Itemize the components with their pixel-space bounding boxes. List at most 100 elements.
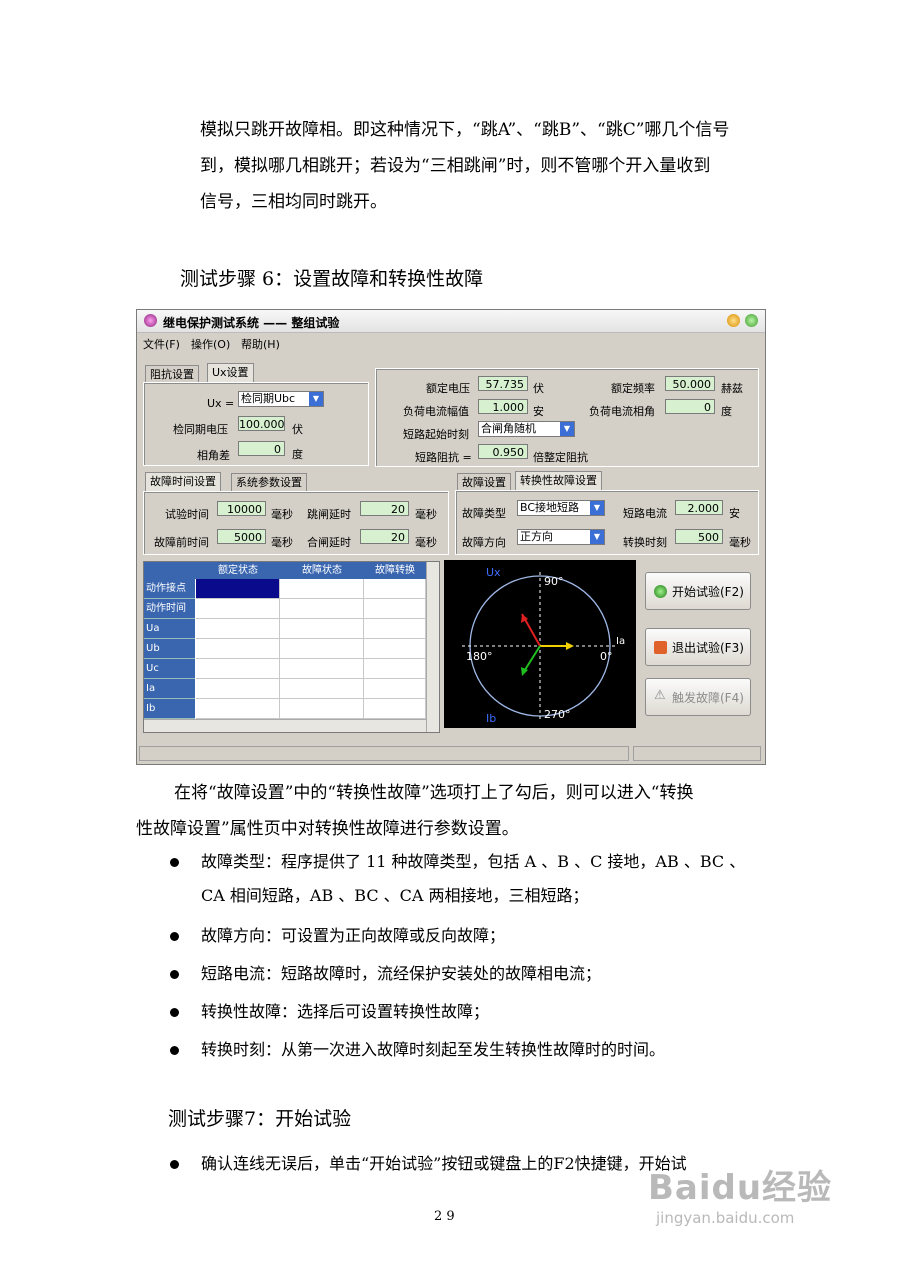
fault-direction-label: 故障方向 xyxy=(462,536,506,549)
switch-time-unit: 毫秒 xyxy=(729,536,751,549)
table-cell[interactable] xyxy=(364,659,426,679)
fault-direction-value: 正方向 xyxy=(520,530,553,543)
minimize-icon[interactable] xyxy=(727,314,740,327)
table-cell[interactable] xyxy=(364,679,426,699)
table-cell[interactable] xyxy=(196,679,280,699)
rated-voltage-field[interactable]: 57.735 xyxy=(478,376,528,391)
vertical-scrollbar[interactable] xyxy=(426,562,439,732)
chevron-down-icon: ▼ xyxy=(560,422,574,436)
load-angle-label: 负荷电流相角 xyxy=(589,405,655,418)
load-current-label: 负荷电流幅值 xyxy=(403,405,469,418)
trip-delay-field[interactable]: 20 xyxy=(360,501,409,516)
intro-paragraph: 模拟只跳开故障相。即这种情况下，“跳A”、“跳B”、“跳C”哪几个信号 到，模拟… xyxy=(200,112,780,220)
table-cell[interactable] xyxy=(196,639,280,659)
bullet-item: 转换性故障：选择后可设置转换性故障； xyxy=(170,998,489,1022)
table-cell[interactable] xyxy=(280,599,364,619)
load-current-field[interactable]: 1.000 xyxy=(478,399,528,414)
tab-fault-time[interactable]: 故障时间设置 xyxy=(145,472,221,491)
step7-bullet: 确认连线无误后，单击“开始试验”按钮或键盘上的F2快捷键，开始试 xyxy=(170,1150,687,1174)
table-cell[interactable] xyxy=(280,699,364,719)
warning-icon: ⚠ xyxy=(654,688,666,703)
sync-voltage-field[interactable]: 100.000 xyxy=(238,416,285,431)
ux-label: Ux = xyxy=(207,397,235,410)
table-row-header[interactable]: 动作接点 xyxy=(144,579,195,599)
prefault-field[interactable]: 5000 xyxy=(217,529,266,544)
table-row-header[interactable]: Uc xyxy=(144,659,195,679)
table-cell[interactable] xyxy=(280,659,364,679)
prefault-label: 故障前时间 xyxy=(154,536,209,549)
start-test-label: 开始试验(F2) xyxy=(672,585,744,599)
table-cell[interactable] xyxy=(364,639,426,659)
table-cell[interactable] xyxy=(364,579,426,599)
table-row-header[interactable]: 动作时间 xyxy=(144,599,195,619)
rated-voltage-label: 额定电压 xyxy=(426,382,470,395)
bullet-text: CA 相间短路，AB 、BC 、CA 两相接地，三相短路； xyxy=(201,886,589,905)
menu-operate[interactable]: 操作(O) xyxy=(191,336,230,352)
start-time-value: 合闸角随机 xyxy=(481,422,536,435)
fault-type-select[interactable]: BC接地短路 ▼ xyxy=(517,500,605,516)
table-cell[interactable] xyxy=(364,599,426,619)
bullet-text: 故障类型：程序提供了 11 种故障类型，包括 A 、B 、C 接地，AB 、BC… xyxy=(201,852,746,871)
close-delay-label: 合闸延时 xyxy=(307,536,351,549)
trigger-fault-button[interactable]: ⚠ 触发故障(F4) xyxy=(645,678,751,716)
horizontal-scrollbar[interactable] xyxy=(144,719,426,732)
table-cell[interactable] xyxy=(280,639,364,659)
fault-type-label: 故障类型 xyxy=(462,507,506,520)
tab-ux[interactable]: Ux设置 xyxy=(207,363,254,382)
tab-system-params[interactable]: 系统参数设置 xyxy=(231,473,307,492)
rated-freq-unit: 赫兹 xyxy=(721,382,743,395)
menu-help[interactable]: 帮助(H) xyxy=(241,336,280,352)
start-test-button[interactable]: 开始试验(F2) xyxy=(645,572,751,610)
table-cell[interactable] xyxy=(364,699,426,719)
close-delay-field[interactable]: 20 xyxy=(360,529,409,544)
sync-voltage-label: 检同期电压 xyxy=(173,423,228,436)
close-icon[interactable] xyxy=(745,314,758,327)
exit-test-button[interactable]: 退出试验(F3) xyxy=(645,628,751,666)
table-row-header[interactable]: Ub xyxy=(144,639,195,659)
phasor-diagram: 90° 270° 180° 0° Ux Ia Ib xyxy=(444,560,636,728)
table-cell[interactable] xyxy=(280,679,364,699)
baidu-watermark: Baidu经验 jingyan.baidu.com xyxy=(648,1160,832,1227)
table-cell[interactable] xyxy=(364,619,426,639)
impedance-field[interactable]: 0.950 xyxy=(478,444,528,459)
menu-file[interactable]: 文件(F) xyxy=(143,336,180,352)
angle-diff-label: 相角差 xyxy=(197,449,230,462)
fault-direction-select[interactable]: 正方向 ▼ xyxy=(517,529,605,545)
angle-diff-field[interactable]: 0 xyxy=(238,441,285,456)
table-cell[interactable] xyxy=(280,619,364,639)
rated-freq-field[interactable]: 50.000 xyxy=(665,376,715,391)
results-table[interactable]: 额定状态 故障状态 故障转换 动作接点 动作时间 Ua Ub Uc Ia Ib xyxy=(143,561,440,733)
table-cell[interactable] xyxy=(196,659,280,679)
switch-time-field[interactable]: 500 xyxy=(675,529,723,544)
table-cell[interactable] xyxy=(196,699,280,719)
fault-current-label: 短路电流 xyxy=(623,507,667,520)
column-header-transfer: 故障转换 xyxy=(364,562,427,579)
rated-voltage-unit: 伏 xyxy=(533,382,544,395)
bullet-item: 故障方向：可设置为正向故障或反向故障； xyxy=(170,922,505,946)
bullet-dot-icon xyxy=(170,1160,179,1169)
table-cell[interactable] xyxy=(280,579,364,599)
table-row-header[interactable]: Ua xyxy=(144,619,195,639)
load-current-unit: 安 xyxy=(533,405,544,418)
table-cell[interactable] xyxy=(196,599,280,619)
table-row-header[interactable]: Ib xyxy=(144,699,195,719)
start-time-select[interactable]: 合闸角随机 ▼ xyxy=(478,421,575,437)
trigger-fault-label: 触发故障(F4) xyxy=(672,691,744,705)
stop-icon xyxy=(654,641,667,654)
ux-select[interactable]: 检同期Ubc ▼ xyxy=(238,391,324,407)
fault-current-field[interactable]: 2.000 xyxy=(675,500,723,515)
table-cell[interactable] xyxy=(196,579,280,599)
exit-test-label: 退出试验(F3) xyxy=(672,641,744,655)
ib-label: Ib xyxy=(486,712,496,725)
bullet-dot-icon xyxy=(170,932,179,941)
test-time-field[interactable]: 10000 xyxy=(217,501,266,516)
table-cell[interactable] xyxy=(196,619,280,639)
load-angle-field[interactable]: 0 xyxy=(665,399,715,414)
step7-heading: 测试步骤7：开始试验 xyxy=(168,1108,352,1130)
test-time-unit: 毫秒 xyxy=(271,508,293,521)
bullet-text: 短路电流：短路故障时，流经保护安装处的故障相电流； xyxy=(201,964,602,983)
tab-transfer-fault[interactable]: 转换性故障设置 xyxy=(515,471,602,490)
table-row-header[interactable]: Ia xyxy=(144,679,195,699)
menu-bar: 文件(F) 操作(O) 帮助(H) xyxy=(137,333,765,351)
status-bar xyxy=(139,746,761,761)
